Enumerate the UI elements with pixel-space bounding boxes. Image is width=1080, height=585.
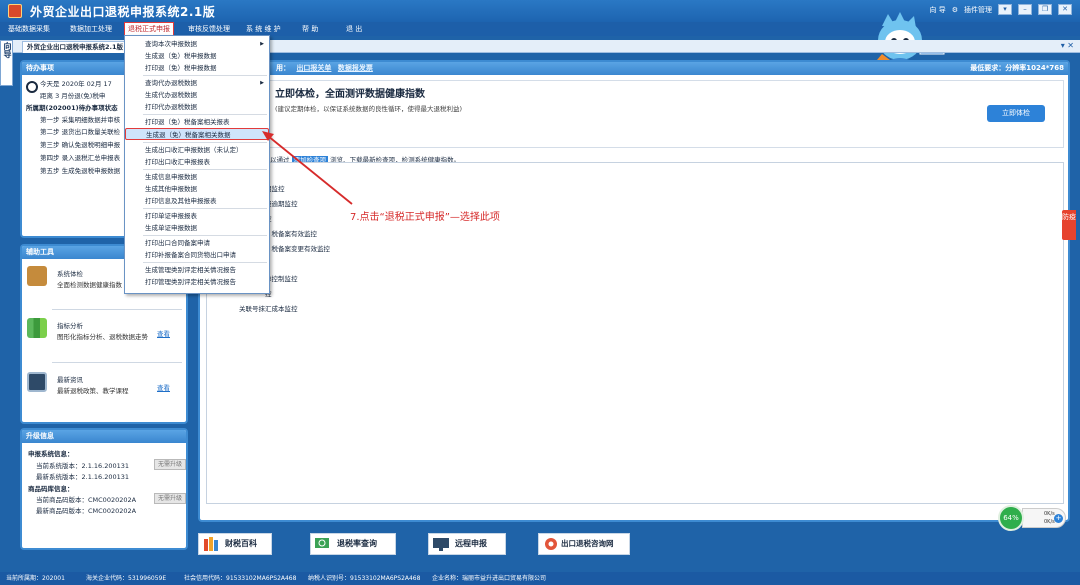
magnifier-icon [315, 538, 329, 548]
status-customs-code: 海关企业代码：531996059E [86, 575, 167, 582]
rate-query-button[interactable]: 退税率查询 [310, 533, 396, 555]
tutorial-annotation: 7.点击“退税正式申报”—选择此项 [350, 212, 500, 223]
bottom-label: 退税率查询 [337, 539, 377, 548]
status-period: 当前所属期：202001 [6, 575, 65, 582]
monitor-icon [433, 538, 449, 551]
books-icon [204, 537, 218, 551]
remote-declaration-button[interactable]: 远程申报 [428, 533, 506, 555]
download-speed: 0K/s [1044, 519, 1055, 525]
upload-speed: 0K/s [1044, 511, 1055, 517]
status-company: 企业名称：瑞丽市益升进出口贸易有限公司 [432, 575, 547, 582]
network-gauge: 64% 0K/s 0K/s + [998, 505, 1068, 531]
gift-icon [545, 538, 557, 550]
consult-website-button[interactable]: 出口退税咨询网 [538, 533, 630, 555]
status-tax-id: 纳税人识别号：91533102MA6PS2A468 [308, 575, 421, 582]
status-credit-code: 社会信用代码：91533102MA6PS2A468 [184, 575, 297, 582]
bottom-label: 远程申报 [455, 539, 487, 548]
status-bar: 当前所属期：202001 海关企业代码：531996059E 社会信用代码：91… [0, 572, 1080, 585]
gauge-percent[interactable]: 64% [998, 505, 1024, 531]
tax-encyclopedia-button[interactable]: 财税百科 [198, 533, 272, 555]
annotation-arrow-icon [262, 131, 353, 205]
bottom-label: 出口退税咨询网 [561, 539, 614, 548]
bottom-label: 财税百科 [225, 539, 257, 548]
plus-icon[interactable]: + [1054, 514, 1063, 523]
